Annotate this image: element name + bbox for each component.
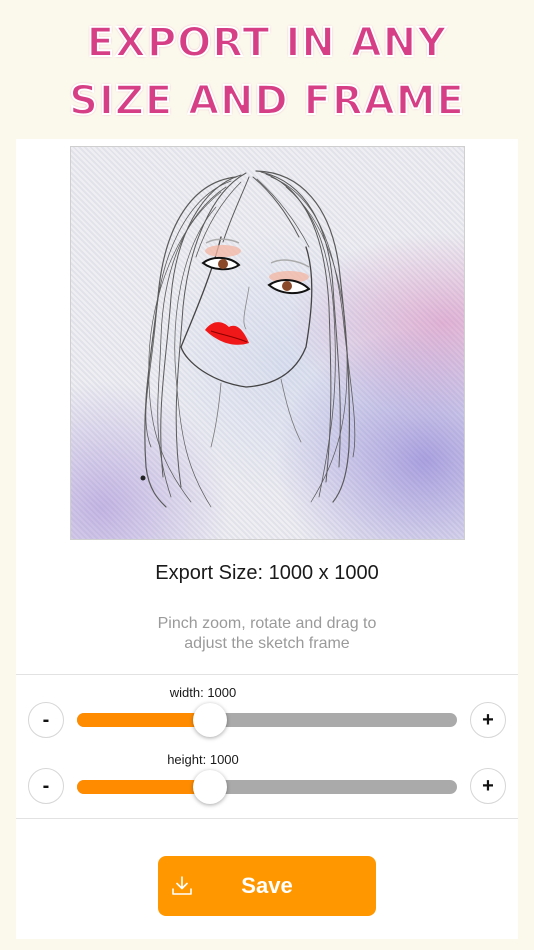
divider-top: [16, 674, 518, 675]
width-slider-thumb[interactable]: [193, 703, 227, 737]
height-slider-track[interactable]: [77, 770, 457, 804]
export-panel: Export Size: 1000 x 1000 Pinch zoom, rot…: [16, 139, 518, 939]
frame-hint-line1: Pinch zoom, rotate and drag to: [157, 615, 377, 632]
divider-bottom: [16, 818, 518, 819]
height-plus-button[interactable]: +: [470, 768, 506, 804]
save-button[interactable]: Save: [158, 856, 376, 916]
download-icon: [172, 876, 192, 895]
height-label: height: 1000: [167, 752, 239, 767]
width-slider-fill: [77, 713, 210, 727]
export-size-label: Export Size: 1000 x 1000: [155, 562, 379, 584]
promo-headline: Export in any size and frame: [0, 14, 534, 130]
height-slider-thumb[interactable]: [193, 770, 227, 804]
width-minus-button[interactable]: -: [28, 702, 64, 738]
width-slider-track[interactable]: [77, 703, 457, 737]
save-button-label: Save: [241, 873, 293, 898]
height-slider-fill: [77, 780, 210, 794]
frame-hint-line2: adjust the sketch frame: [184, 635, 350, 652]
sketch-frame[interactable]: [70, 146, 465, 540]
promo-headline-line2: size and frame: [68, 77, 465, 125]
frame-hint: Pinch zoom, rotate and drag to adjust th…: [16, 614, 518, 654]
sketch-image: [140, 170, 356, 508]
width-plus-button[interactable]: +: [470, 702, 506, 738]
promo-headline-line1: Export in any: [86, 19, 448, 67]
height-minus-button[interactable]: -: [28, 768, 64, 804]
width-label: width: 1000: [169, 685, 237, 700]
